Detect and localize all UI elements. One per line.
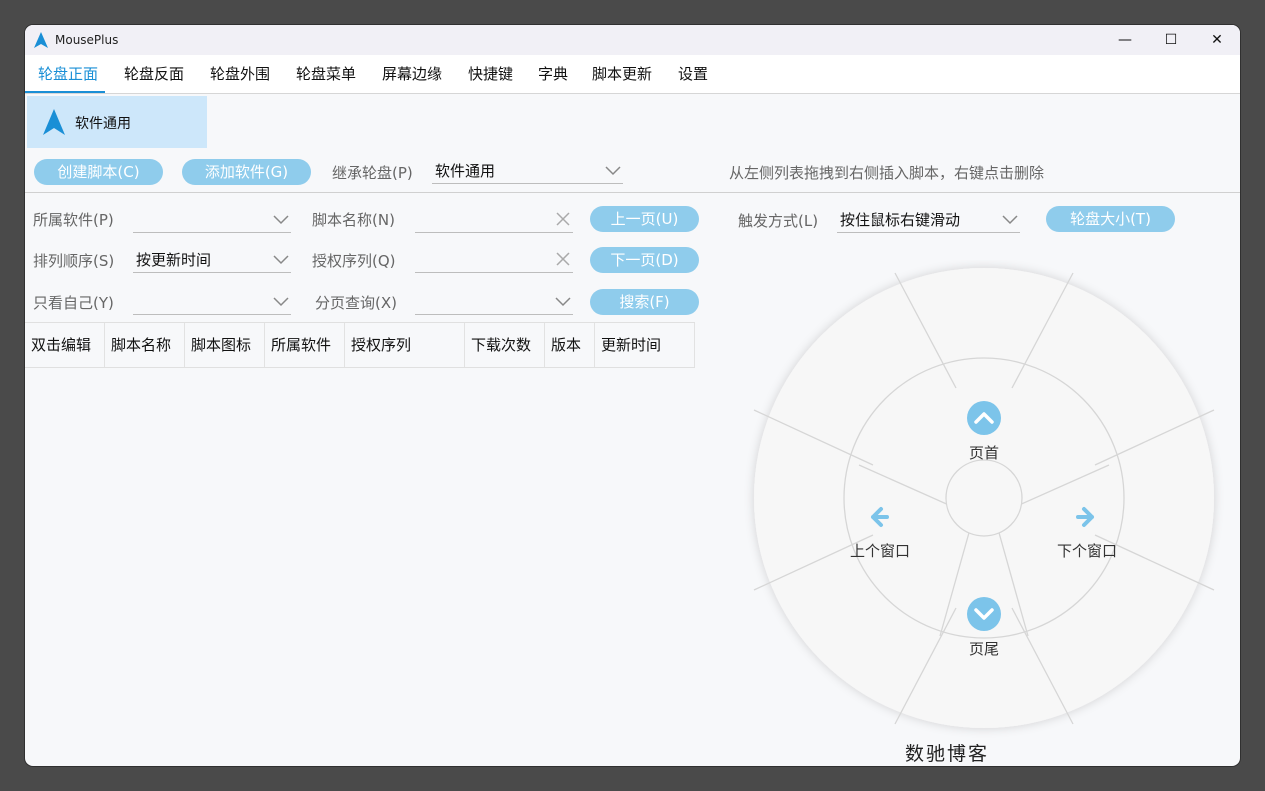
chevron-down-icon	[605, 166, 621, 176]
wheel-label-bottom: 页尾	[969, 640, 999, 658]
wheel-center[interactable]	[945, 459, 1023, 537]
chevron-up-circle-icon	[967, 401, 1001, 435]
sort-order-select[interactable]: 按更新时间	[133, 248, 291, 273]
tab-wheel-back[interactable]: 轮盘反面	[124, 55, 184, 92]
menu-bar: 轮盘正面 轮盘反面 轮盘外围 轮盘菜单 屏幕边缘 快捷键 字典 脚本更新 设置	[25, 55, 1240, 94]
chevron-down-icon	[555, 297, 571, 307]
tab-dictionary[interactable]: 字典	[538, 55, 568, 92]
drag-hint-text: 从左侧列表拖拽到右侧插入脚本，右键点击删除	[729, 164, 1045, 182]
maximize-button[interactable]: ☐	[1148, 25, 1194, 55]
column-header-version[interactable]: 版本	[545, 323, 595, 367]
paging-query-label: 分页查询(X)	[315, 294, 397, 312]
add-software-button[interactable]: 添加软件(G)	[182, 159, 311, 185]
trigger-mode-select[interactable]: 按住鼠标右键滑动	[837, 208, 1020, 233]
script-table-header: 双击编辑 脚本名称 脚本图标 所属软件 授权序列 下载次数 版本 更新时间	[25, 322, 695, 368]
column-header-downloads[interactable]: 下载次数	[465, 323, 545, 367]
app-logo-icon	[34, 32, 48, 48]
wheel-label-right: 下个窗口	[1057, 542, 1117, 560]
window-title: MousePlus	[55, 33, 119, 47]
close-button[interactable]: ✕	[1194, 25, 1240, 55]
paging-query-select[interactable]	[415, 290, 573, 315]
watermark-text: 数驰博客	[905, 743, 990, 765]
trigger-mode-label: 触发方式(L)	[738, 212, 819, 230]
column-header-edit[interactable]: 双击编辑	[25, 323, 105, 367]
chevron-down-icon	[273, 215, 289, 225]
license-serial-input[interactable]	[415, 248, 573, 273]
inherit-wheel-value: 软件通用	[435, 162, 496, 180]
divider	[25, 192, 1240, 193]
minimize-button[interactable]: —	[1102, 25, 1148, 55]
mouse-wheel-preview: 页首 上个窗口 下个窗口 页尾	[753, 268, 1215, 728]
only-mine-label: 只看自己(Y)	[33, 294, 114, 312]
sidebar-item-label: 软件通用	[75, 116, 131, 132]
tab-wheel-front[interactable]: 轮盘正面	[38, 55, 98, 92]
clear-icon[interactable]	[555, 211, 571, 227]
next-page-button[interactable]: 下一页(D)	[590, 247, 699, 273]
active-tab-indicator	[25, 91, 105, 93]
sidebar-item-software-common[interactable]: 软件通用	[27, 96, 207, 148]
tab-wheel-menu[interactable]: 轮盘菜单	[296, 55, 356, 92]
wheel-size-button[interactable]: 轮盘大小(T)	[1046, 206, 1175, 232]
tab-wheel-outer[interactable]: 轮盘外围	[210, 55, 270, 92]
prev-page-button[interactable]: 上一页(U)	[590, 206, 699, 232]
script-name-label: 脚本名称(N)	[312, 211, 395, 229]
create-script-button[interactable]: 创建脚本(C)	[34, 159, 163, 185]
chevron-down-icon	[273, 255, 289, 265]
maximize-icon: ☐	[1164, 32, 1178, 48]
column-header-script-icon[interactable]: 脚本图标	[185, 323, 265, 367]
tab-script-update[interactable]: 脚本更新	[592, 55, 652, 92]
tab-settings[interactable]: 设置	[678, 55, 708, 92]
chevron-down-circle-icon	[967, 597, 1001, 631]
sort-order-label: 排列顺序(S)	[33, 252, 115, 270]
only-mine-select[interactable]	[133, 290, 291, 315]
cursor-arrow-icon	[43, 109, 65, 135]
tab-hotkeys[interactable]: 快捷键	[468, 55, 513, 92]
column-header-software[interactable]: 所属软件	[265, 323, 345, 367]
column-header-updated[interactable]: 更新时间	[595, 323, 695, 367]
column-header-script-name[interactable]: 脚本名称	[105, 323, 185, 367]
inherit-wheel-select[interactable]: 软件通用	[432, 159, 623, 184]
minimize-icon: —	[1118, 32, 1132, 48]
search-button[interactable]: 搜索(F)	[590, 289, 699, 315]
wheel-label-left: 上个窗口	[850, 542, 910, 560]
software-filter-select[interactable]	[133, 208, 291, 233]
chevron-down-icon	[273, 297, 289, 307]
tab-screen-edge[interactable]: 屏幕边缘	[382, 55, 442, 92]
inherit-wheel-label: 继承轮盘(P)	[332, 164, 413, 182]
chevron-down-icon	[1002, 215, 1018, 225]
sort-order-value: 按更新时间	[136, 251, 212, 269]
app-window: MousePlus — ☐ ✕ 轮盘正面 轮盘反面 轮盘外围 轮盘菜单 屏幕边缘…	[25, 25, 1240, 766]
clear-icon[interactable]	[555, 251, 571, 267]
column-header-license[interactable]: 授权序列	[345, 323, 465, 367]
close-icon: ✕	[1211, 32, 1223, 48]
license-serial-label: 授权序列(Q)	[312, 252, 396, 270]
wheel-label-top: 页首	[969, 444, 999, 462]
software-filter-label: 所属软件(P)	[33, 211, 114, 229]
title-bar: MousePlus — ☐ ✕	[25, 25, 1240, 55]
script-name-input[interactable]	[415, 208, 573, 233]
trigger-mode-value: 按住鼠标右键滑动	[840, 211, 961, 229]
